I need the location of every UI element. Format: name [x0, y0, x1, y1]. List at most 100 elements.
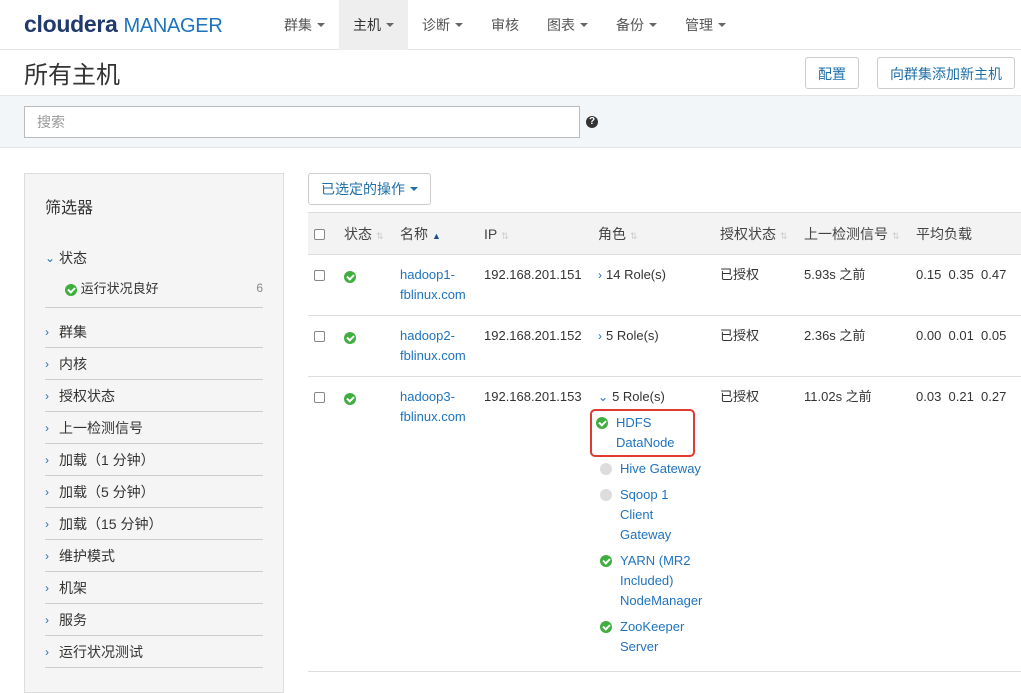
filter-group-label: 状态 — [59, 250, 87, 266]
filter-group[interactable]: › 群集 — [45, 316, 263, 348]
license-cell: 已授权 — [714, 315, 798, 377]
chevron-right-icon: › — [45, 644, 49, 659]
check-circle-icon — [344, 270, 356, 283]
search-bar: ? — [0, 96, 1021, 148]
filter-group[interactable]: › 授权状态 — [45, 380, 263, 412]
brand-product: MANAGER — [123, 15, 223, 37]
host-link[interactable]: hadoop2- fblinux.com — [400, 328, 466, 363]
row-checkbox[interactable] — [314, 392, 325, 403]
caret-down-icon — [580, 22, 588, 27]
question-circle-icon[interactable]: ? — [586, 115, 598, 128]
nav-item-3[interactable]: 审核 — [477, 0, 533, 50]
filter-group[interactable]: › 加载（5 分钟） — [45, 476, 263, 508]
chevron-right-icon[interactable]: › — [598, 265, 602, 285]
select-all-checkbox[interactable] — [314, 229, 325, 240]
nav-item-label: 主机 — [353, 16, 381, 33]
roles-count[interactable]: 5 Role(s) — [612, 387, 665, 407]
page-header: 所有主机 配置 向群集添加新主机 — [0, 50, 1021, 96]
search-input[interactable] — [24, 105, 580, 138]
nav-item-2[interactable]: 诊断 — [408, 0, 477, 50]
check-circle-icon — [600, 621, 612, 633]
filter-healthy[interactable]: 运行状况良好 6 — [45, 272, 263, 308]
column-header[interactable]: 平均负载 — [910, 212, 1021, 255]
column-header[interactable]: 授权状态 ⇅ — [714, 212, 798, 255]
load-cell: 0.00 0.01 0.05 — [910, 315, 1021, 377]
filter-sidebar: 筛选器 ⌄ 状态 运行状况良好 6 › 群集 › 内核 › 授权状态 › 上一检测信号 › 加载（… — [24, 173, 284, 693]
filter-group[interactable]: › 运行状况测试 — [45, 636, 263, 668]
cloudera-manager-logo[interactable]: cloudera MANAGER — [0, 11, 270, 38]
filter-healthy-label: 运行状况良好 — [80, 281, 159, 296]
host-link[interactable]: hadoop3- fblinux.com — [400, 389, 466, 424]
role-link[interactable]: HDFS DataNode — [616, 413, 675, 453]
filter-group-label: 群集 — [59, 323, 87, 340]
nav-item-label: 群集 — [284, 16, 312, 33]
column-header[interactable]: 角色 ⇅ — [592, 212, 714, 255]
chevron-down-icon: ⌄ — [45, 251, 56, 265]
config-button[interactable]: 配置 — [805, 56, 859, 89]
chevron-down-icon[interactable]: ⌄ — [598, 387, 608, 407]
column-label: 平均负载 — [916, 225, 972, 242]
chevron-right-icon[interactable]: › — [598, 326, 602, 346]
filter-group-state[interactable]: ⌄ 状态 — [45, 242, 263, 272]
selected-actions-button[interactable]: 已选定的操作 — [308, 173, 431, 205]
filter-group[interactable]: › 加载（1 分钟） — [45, 444, 263, 476]
license-cell: 已授权 — [714, 254, 798, 316]
column-header[interactable]: IP ⇅ — [478, 212, 592, 255]
status-unknown-icon — [600, 489, 612, 501]
license-cell: 已授权 — [714, 376, 798, 672]
check-circle-icon — [344, 392, 356, 405]
heartbeat-cell: 5.93s 之前 — [798, 254, 910, 316]
column-header[interactable]: 状态 ⇅ — [338, 212, 394, 255]
column-header[interactable]: 名称 ▲ — [394, 212, 478, 255]
hosts-table: 状态 ⇅ 名称 ▲ IP ⇅ 角色 ⇅ 授权状态 ⇅ 上一检测信号 ⇅ 平均负载 hadoop1- fbl… — [308, 212, 1021, 672]
row-checkbox[interactable] — [314, 331, 325, 342]
nav-item-5[interactable]: 备份 — [602, 0, 671, 50]
role-link[interactable]: Sqoop 1 Client Gateway — [620, 485, 671, 545]
add-host-button[interactable]: 向群集添加新主机 — [877, 56, 1015, 89]
filter-title: 筛选器 — [45, 200, 94, 217]
page-title: 所有主机 — [24, 62, 120, 89]
filter-healthy-count: 6 — [256, 280, 263, 295]
ip-cell: 192.168.201.153 — [478, 376, 592, 672]
chevron-right-icon: › — [45, 356, 49, 371]
filter-group[interactable]: › 维护模式 — [45, 540, 263, 572]
filter-group[interactable]: › 服务 — [45, 604, 263, 636]
role-item: YARN (MR2 Included) NodeManager — [598, 549, 708, 615]
role-link[interactable]: ZooKeeper Server — [620, 617, 684, 657]
filter-group-label: 加载（5 分钟） — [59, 483, 155, 500]
selected-actions-label: 已选定的操作 — [321, 181, 405, 197]
status-unknown-icon — [600, 463, 612, 475]
column-header[interactable]: 上一检测信号 ⇅ — [798, 212, 910, 255]
chevron-right-icon: › — [45, 452, 49, 467]
check-circle-icon — [344, 331, 356, 344]
nav-item-label: 审核 — [491, 16, 519, 33]
nav-item-1[interactable]: 主机 — [339, 0, 408, 50]
top-navbar: cloudera MANAGER 群集 主机 诊断 审核 图表 备份 管理 — [0, 0, 1021, 50]
check-circle-icon — [65, 283, 77, 296]
role-link[interactable]: Hive Gateway — [620, 459, 701, 479]
nav-item-6[interactable]: 管理 — [671, 0, 740, 50]
role-link[interactable]: YARN (MR2 Included) NodeManager — [620, 551, 702, 611]
filter-group[interactable]: › 机架 — [45, 572, 263, 604]
sort-icon: ▲ — [432, 230, 441, 241]
caret-down-icon — [410, 187, 418, 191]
filter-group-label: 服务 — [59, 611, 87, 628]
nav-item-4[interactable]: 图表 — [533, 0, 602, 50]
filter-group-label: 授权状态 — [59, 387, 115, 404]
filter-group-label: 机架 — [59, 579, 87, 596]
nav-item-0[interactable]: 群集 — [270, 0, 339, 50]
sort-icon: ⇅ — [376, 230, 384, 241]
load-cell: 0.15 0.35 0.47 — [910, 254, 1021, 316]
roles-count[interactable]: 14 Role(s) — [606, 265, 666, 285]
roles-count[interactable]: 5 Role(s) — [606, 326, 659, 346]
filter-group[interactable]: › 上一检测信号 — [45, 412, 263, 444]
row-checkbox[interactable] — [314, 270, 325, 281]
heartbeat-cell: 11.02s 之前 — [798, 376, 910, 672]
filter-group[interactable]: › 加载（15 分钟） — [45, 508, 263, 540]
load-cell: 0.03 0.21 0.27 — [910, 376, 1021, 672]
table-row: hadoop2- fblinux.com 192.168.201.152 › 5 Rol… — [308, 315, 1021, 377]
main-menu: 群集 主机 诊断 审核 图表 备份 管理 — [270, 0, 740, 50]
filter-group[interactable]: › 内核 — [45, 348, 263, 380]
sort-icon: ⇅ — [892, 230, 900, 241]
host-link[interactable]: hadoop1- fblinux.com — [400, 267, 466, 302]
